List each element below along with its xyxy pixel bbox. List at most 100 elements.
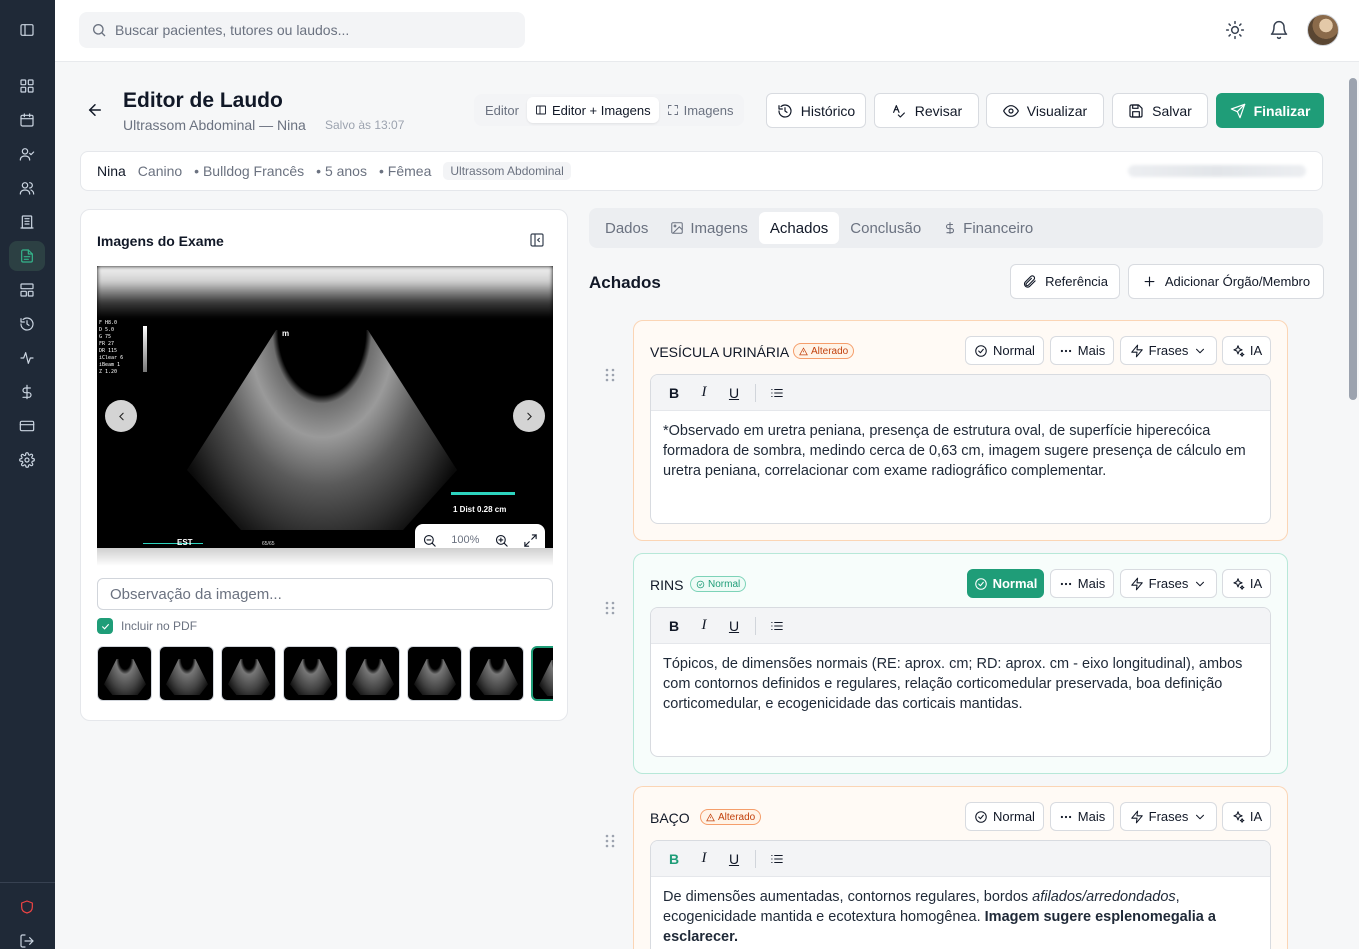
finish-button[interactable]: Finalizar: [1216, 93, 1324, 128]
image-thumbnail[interactable]: [221, 646, 276, 701]
preview-button[interactable]: Visualizar: [986, 93, 1104, 128]
reference-button[interactable]: Referência: [1010, 264, 1120, 299]
bold-button[interactable]: B: [661, 613, 687, 639]
search-box[interactable]: [79, 12, 525, 48]
theme-toggle-icon[interactable]: [1221, 16, 1249, 44]
underline-button[interactable]: U: [721, 613, 747, 639]
settings-icon[interactable]: [9, 445, 45, 475]
activity-icon[interactable]: [9, 343, 45, 373]
building-icon[interactable]: [9, 207, 45, 237]
image-thumbnail[interactable]: [407, 646, 462, 701]
zoom-out-icon[interactable]: [422, 533, 437, 548]
bell-icon[interactable]: [1265, 16, 1293, 44]
normal-button-active[interactable]: Normal: [967, 569, 1044, 598]
normal-button[interactable]: Normal: [965, 336, 1044, 365]
image-thumbnail[interactable]: [97, 646, 152, 701]
organ-card-vesicula: VESÍCULA URINÁRIA Alterado Normal Mais F…: [633, 320, 1288, 541]
ultrasound-params: F H8.0 D 5.0 G 75 FR 27 DR 115 iClear 6 …: [99, 320, 124, 375]
distance-readout: 1 Dist 0.28 cm: [453, 505, 507, 514]
more-button[interactable]: Mais: [1050, 336, 1114, 365]
include-pdf-checkbox[interactable]: Incluir no PDF: [97, 618, 197, 634]
italic-button[interactable]: I: [691, 846, 717, 872]
page-scrollbar[interactable]: [1349, 78, 1357, 400]
underline-button[interactable]: U: [721, 380, 747, 406]
avatar[interactable]: [1307, 14, 1339, 46]
shield-icon[interactable]: [9, 892, 45, 922]
history-icon[interactable]: [9, 309, 45, 339]
zoom-in-icon[interactable]: [494, 533, 509, 548]
drag-handle-icon[interactable]: [604, 833, 616, 849]
zoom-controls: 100%: [415, 524, 545, 548]
calendar-icon[interactable]: [9, 105, 45, 135]
phrases-dropdown[interactable]: Frases: [1120, 336, 1217, 365]
review-button[interactable]: Revisar: [874, 93, 979, 128]
normal-button[interactable]: Normal: [965, 802, 1044, 831]
italic-button[interactable]: I: [691, 613, 717, 639]
editor-content[interactable]: De dimensões aumentadas, contornos regul…: [651, 877, 1270, 949]
drag-handle-icon[interactable]: [604, 600, 616, 616]
sidebar-toggle-icon[interactable]: [9, 15, 45, 45]
image-thumbnail[interactable]: [345, 646, 400, 701]
history-button[interactable]: Histórico: [766, 93, 866, 128]
tab-financeiro[interactable]: Financeiro: [932, 212, 1044, 244]
logout-icon[interactable]: [9, 926, 45, 949]
organ-card-rins: RINS Normal Normal Mais Frases IA B I U …: [633, 553, 1288, 774]
tab-conclusao[interactable]: Conclusão: [839, 212, 932, 244]
thumbnail-strip: [97, 646, 553, 702]
save-button[interactable]: Salvar: [1112, 93, 1208, 128]
list-button[interactable]: [764, 380, 790, 406]
ultrasound-fan: [187, 330, 457, 530]
image-thumbnail-active[interactable]: [531, 646, 553, 701]
dollar-icon: [946, 222, 955, 234]
list-button[interactable]: [764, 846, 790, 872]
tab-achados[interactable]: Achados: [758, 212, 840, 244]
view-mode-images[interactable]: Imagens: [659, 97, 742, 123]
more-button[interactable]: Mais: [1050, 569, 1114, 598]
image-thumbnail[interactable]: [159, 646, 214, 701]
drag-handle-icon[interactable]: [604, 367, 616, 383]
editor-content[interactable]: Tópicos, de dimensões normais (RE: aprox…: [651, 644, 1270, 724]
gain-marker: [143, 326, 147, 372]
italic-button[interactable]: I: [691, 380, 717, 406]
users-icon[interactable]: [9, 173, 45, 203]
list-icon: [771, 854, 783, 863]
back-button[interactable]: [83, 98, 107, 122]
dollar-icon[interactable]: [9, 377, 45, 407]
add-organ-button[interactable]: Adicionar Órgão/Membro: [1128, 264, 1324, 299]
image-thumbnail[interactable]: [469, 646, 524, 701]
tab-dados[interactable]: Dados: [594, 212, 659, 244]
status-badge: Alterado: [793, 343, 855, 359]
user-check-icon[interactable]: [9, 139, 45, 169]
bold-button[interactable]: B: [661, 380, 687, 406]
toolbar-divider: [755, 383, 756, 402]
sparkles-icon: [1233, 344, 1245, 357]
next-image-button[interactable]: [513, 400, 545, 432]
tab-imagens[interactable]: Imagens: [659, 212, 759, 244]
bold-button-active[interactable]: B: [661, 846, 687, 872]
warning-icon: [799, 346, 808, 355]
collapse-panel-icon[interactable]: [529, 232, 547, 250]
report-icon[interactable]: [9, 241, 45, 271]
plus-icon: [1144, 276, 1155, 287]
search-input[interactable]: [115, 22, 515, 38]
more-button[interactable]: Mais: [1050, 802, 1114, 831]
view-mode-editor-images[interactable]: Editor + Imagens: [526, 97, 659, 123]
list-button[interactable]: [764, 613, 790, 639]
ultrasound-image[interactable]: F H8.0 D 5.0 G 75 FR 27 DR 115 iClear 6 …: [97, 266, 553, 548]
ai-button[interactable]: IA: [1222, 569, 1271, 598]
card-icon[interactable]: [9, 411, 45, 441]
phrases-dropdown[interactable]: Frases: [1120, 802, 1217, 831]
image-observation-input[interactable]: [97, 578, 553, 610]
editor-content[interactable]: *Observado em uretra peniana, presença d…: [651, 411, 1270, 491]
underline-button[interactable]: U: [721, 846, 747, 872]
phrases-dropdown[interactable]: Frases: [1120, 569, 1217, 598]
templates-icon[interactable]: [9, 275, 45, 305]
ai-button[interactable]: IA: [1222, 336, 1271, 365]
ai-button[interactable]: IA: [1222, 802, 1271, 831]
view-mode-editor[interactable]: Editor: [477, 97, 527, 123]
prev-image-button[interactable]: [105, 400, 137, 432]
check-circle-icon: [974, 577, 987, 590]
dashboard-icon[interactable]: [9, 71, 45, 101]
fullscreen-icon[interactable]: [523, 533, 538, 548]
image-thumbnail[interactable]: [283, 646, 338, 701]
